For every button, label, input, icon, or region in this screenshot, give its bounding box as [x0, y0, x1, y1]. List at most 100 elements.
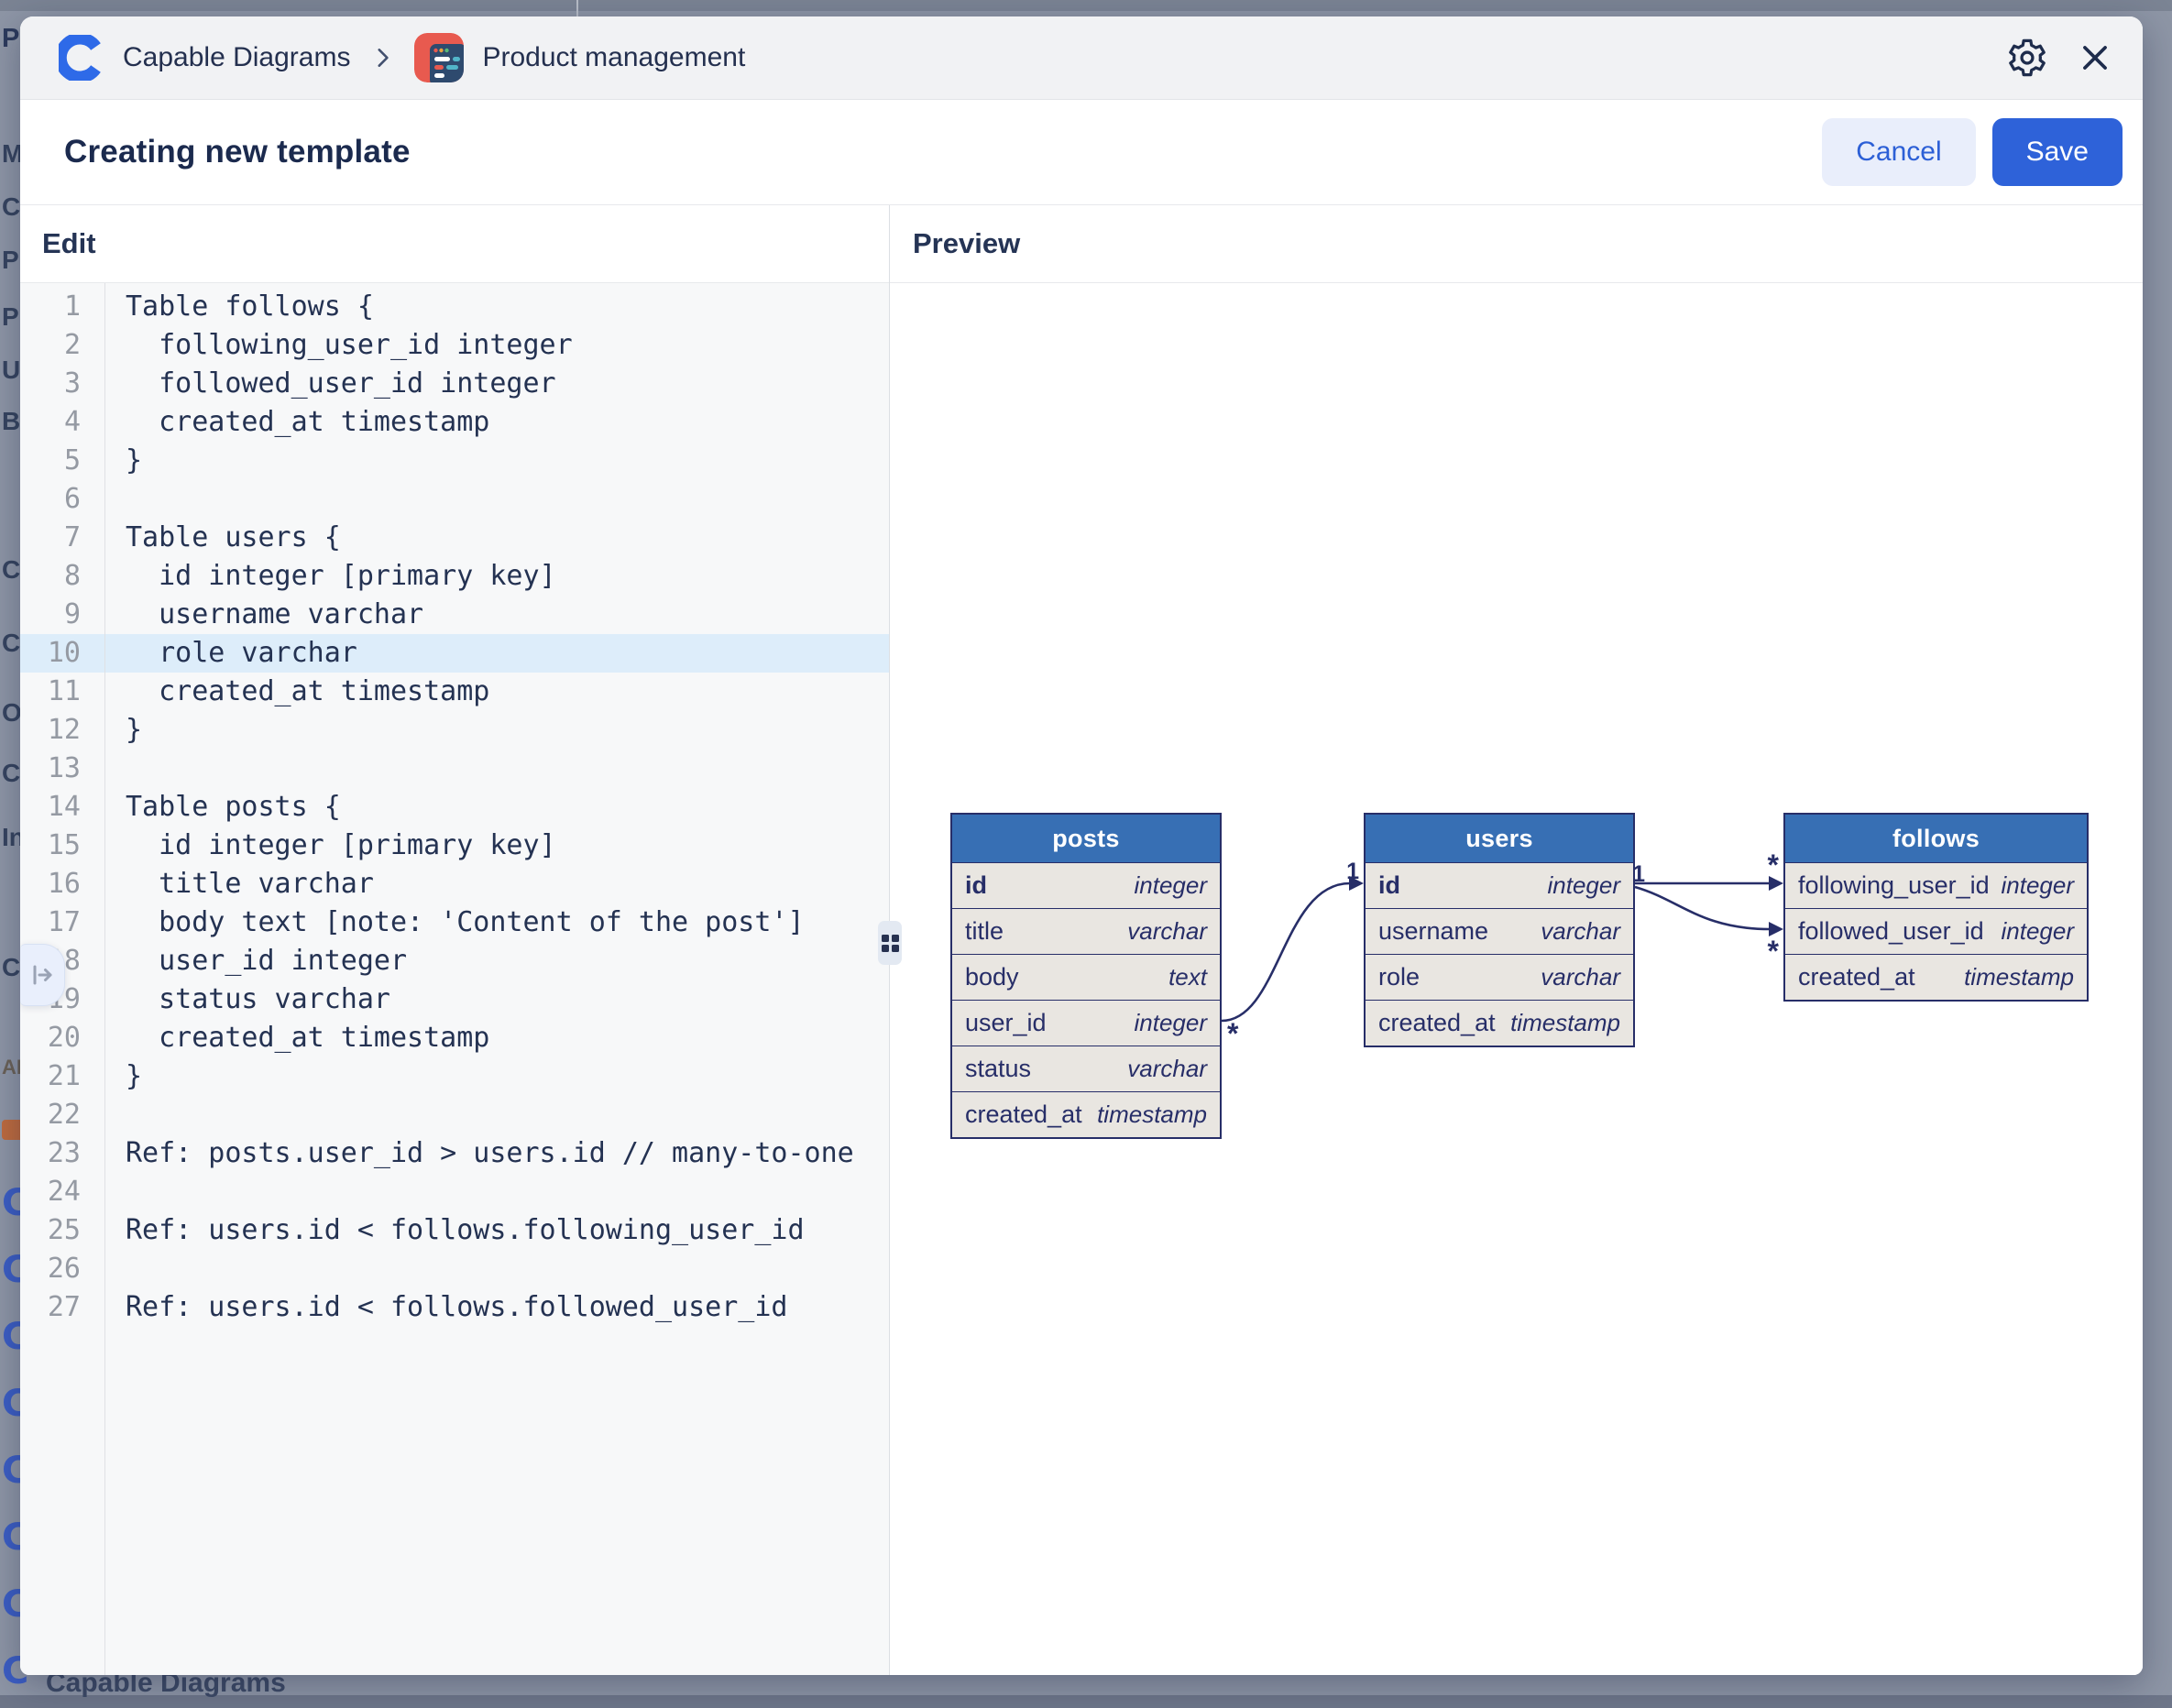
code-line: }: [126, 1057, 889, 1096]
line-number: 15: [20, 827, 104, 865]
code-line: body text [note: 'Content of the post']: [126, 903, 889, 942]
table-row: bodytext: [952, 954, 1220, 1000]
code-line: username varchar: [126, 596, 889, 634]
breadcrumb-page-name: Product management: [482, 42, 745, 73]
code-line: [126, 1096, 889, 1134]
code-line: [126, 1250, 889, 1288]
table-row: user_idinteger: [952, 1000, 1220, 1046]
field-name: following_user_id: [1798, 871, 1990, 900]
code-line: Ref: users.id < follows.following_user_i…: [126, 1211, 889, 1250]
table-header: posts: [952, 815, 1220, 862]
field-type: varchar: [1127, 917, 1207, 946]
line-number: 20: [20, 1019, 104, 1057]
diagram-table-follows[interactable]: followsfollowing_user_idintegerfollowed_…: [1783, 813, 2089, 1002]
breadcrumb-app-name: Capable Diagrams: [123, 42, 350, 73]
cancel-button[interactable]: Cancel: [1822, 118, 1975, 186]
code-line: status varchar: [126, 980, 889, 1019]
field-name: created_at: [965, 1100, 1082, 1129]
field-name: title: [965, 917, 1004, 946]
code-line: Table follows {: [126, 288, 889, 326]
diagram-table-users[interactable]: usersidintegerusernamevarcharrolevarchar…: [1364, 813, 1635, 1047]
code-line: Ref: users.id < follows.followed_user_id: [126, 1288, 889, 1327]
settings-button[interactable]: [2003, 34, 2051, 82]
field-type: timestamp: [1964, 963, 2074, 991]
line-number: 17: [20, 903, 104, 942]
code-line: Table users {: [126, 519, 889, 557]
product-management-icon: [414, 33, 464, 82]
line-number: 11: [20, 673, 104, 711]
drag-dots-icon: [882, 935, 899, 952]
field-type: integer: [2002, 917, 2075, 946]
diagram-canvas[interactable]: *11*1* postsidintegertitlevarcharbodytex…: [890, 283, 2143, 1675]
code-line: following_user_id integer: [126, 326, 889, 365]
code-line: created_at timestamp: [126, 1019, 889, 1057]
code-line: title varchar: [126, 865, 889, 903]
table-row: statusvarchar: [952, 1046, 1220, 1091]
table-header: users: [1366, 815, 1633, 862]
table-row: usernamevarchar: [1366, 908, 1633, 954]
table-row: following_user_id integer: [1785, 862, 2087, 908]
close-button[interactable]: [2071, 34, 2119, 82]
code-line: }: [126, 442, 889, 480]
line-number: 26: [20, 1250, 104, 1288]
line-number: 27: [20, 1288, 104, 1327]
field-name: followed_user_id: [1798, 917, 1984, 946]
table-row: created_attimestamp: [1366, 1000, 1633, 1046]
modal-header-bar: Capable Diagrams P: [20, 16, 2143, 100]
table-row: rolevarchar: [1366, 954, 1633, 1000]
table-row: id integer: [1366, 862, 1633, 908]
field-name: id: [1378, 871, 1400, 900]
line-number: 3: [20, 365, 104, 403]
line-number: 23: [20, 1134, 104, 1173]
field-type: timestamp: [1097, 1100, 1207, 1129]
code-line: user_id integer: [126, 942, 889, 980]
field-type: varchar: [1541, 917, 1620, 946]
field-type: integer: [1548, 871, 1621, 900]
diagram-table-posts[interactable]: postsidintegertitlevarcharbodytextuser_i…: [950, 813, 1222, 1139]
field-name: id: [965, 871, 987, 900]
field-name: status: [965, 1055, 1031, 1083]
field-type: integer: [2002, 871, 2075, 900]
split-view: Edit 12345678910111213141516171819202122…: [20, 205, 2143, 1675]
field-name: created_at: [1378, 1009, 1496, 1037]
code-line: [126, 480, 889, 519]
line-number: 24: [20, 1173, 104, 1211]
gear-icon: [2006, 37, 2048, 79]
backdrop-sidebar-fragment: O: [2, 698, 22, 728]
page: { "backdrop": { "bottom_label": "Capable…: [0, 0, 2172, 1708]
preview-pane-header: Preview: [890, 205, 2143, 283]
line-number: 1: [20, 288, 104, 326]
field-name: role: [1378, 963, 1420, 991]
line-number: 6: [20, 480, 104, 519]
bar-arrow-right-icon: [28, 961, 56, 989]
line-number: 12: [20, 711, 104, 750]
line-number: 22: [20, 1096, 104, 1134]
code-editor[interactable]: 1234567891011121314151617181920212223242…: [20, 283, 889, 1675]
modal-title-row: Creating new template Cancel Save: [20, 100, 2143, 205]
code-line: id integer [primary key]: [126, 557, 889, 596]
table-row: title varchar: [952, 908, 1220, 954]
field-name: created_at: [1798, 963, 1915, 991]
line-number: 5: [20, 442, 104, 480]
table-row: followed_user_id integer: [1785, 908, 2087, 954]
edit-pane-header: Edit: [20, 205, 889, 283]
code-line: created_at timestamp: [126, 673, 889, 711]
code-line: Table posts {: [126, 788, 889, 827]
line-number: 9: [20, 596, 104, 634]
svg-text:*: *: [1227, 1017, 1239, 1050]
svg-text:1: 1: [1346, 859, 1359, 884]
save-button[interactable]: Save: [1992, 118, 2123, 186]
create-template-modal: Capable Diagrams P: [20, 16, 2143, 1675]
breadcrumb-chevron-icon: [370, 46, 394, 70]
code-lines: Table follows { following_user_id intege…: [105, 283, 889, 1675]
page-title: Creating new template: [64, 134, 411, 170]
line-number: 2: [20, 326, 104, 365]
pane-resize-handle[interactable]: [878, 921, 902, 965]
expand-sidebar-button[interactable]: [20, 944, 65, 1006]
line-number: 10: [20, 634, 104, 673]
line-number: 7: [20, 519, 104, 557]
field-name: user_id: [965, 1009, 1047, 1037]
line-number: 16: [20, 865, 104, 903]
backdrop-bottom-band: [0, 1695, 2172, 1708]
preview-pane: Preview *11*1* postsidintegertitlevarcha…: [890, 205, 2143, 1675]
